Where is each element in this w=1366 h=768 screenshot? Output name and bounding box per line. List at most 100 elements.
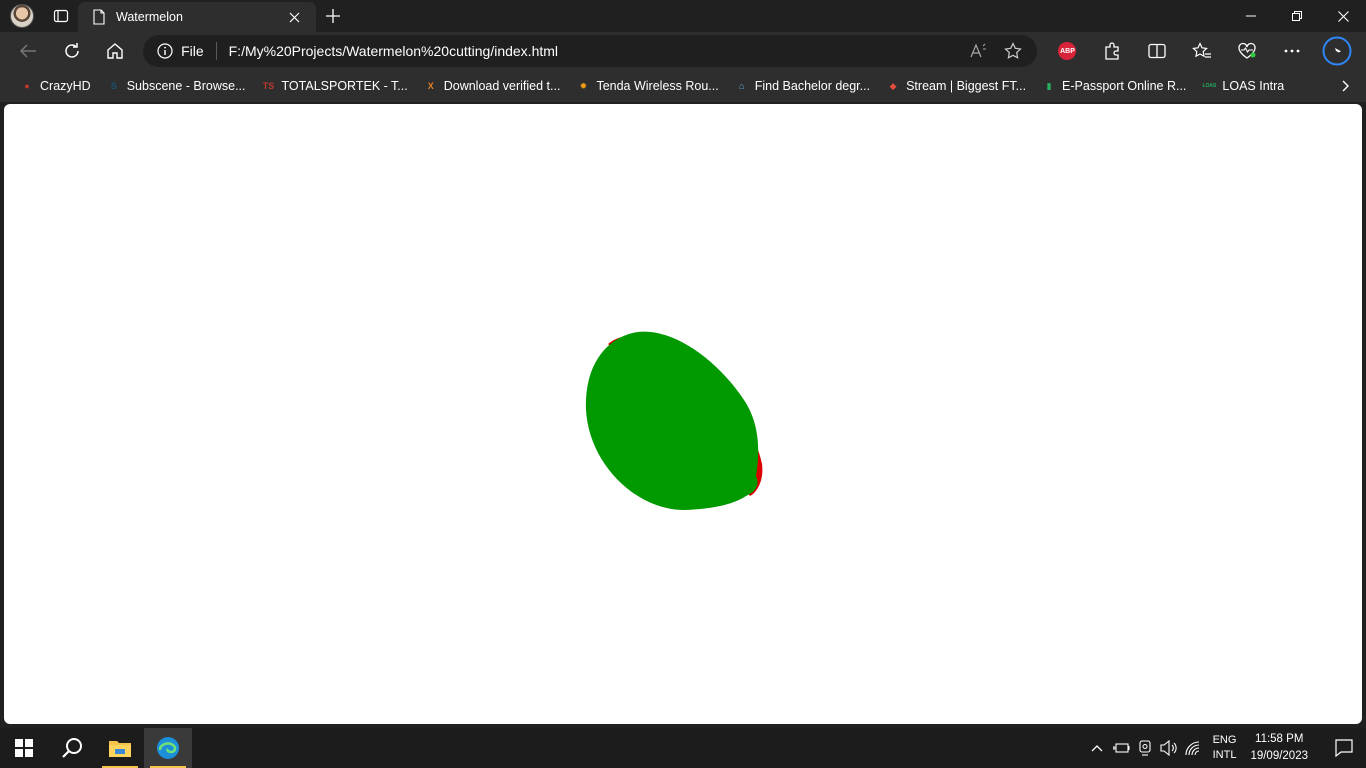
watermelon-canvas[interactable] xyxy=(4,104,1362,724)
totalsportek-icon: TS xyxy=(262,81,275,91)
adblock-plus-button[interactable]: ABP xyxy=(1045,33,1090,69)
title-bar: Watermelon xyxy=(0,0,1366,32)
more-dots-icon xyxy=(1285,49,1300,53)
volume-button[interactable] xyxy=(1157,740,1181,756)
meet-now-button[interactable] xyxy=(1133,740,1157,756)
restore-icon xyxy=(1292,11,1302,21)
favorite-item[interactable]: ◆ Stream | Biggest FT... xyxy=(878,72,1034,100)
home-icon xyxy=(107,43,123,59)
read-aloud-icon xyxy=(970,43,986,58)
edge-taskbar-button[interactable] xyxy=(144,728,192,768)
notifications-button[interactable] xyxy=(1322,739,1366,757)
favorite-label: Subscene - Browse... xyxy=(126,79,246,93)
refresh-button[interactable] xyxy=(50,33,94,69)
tenda-icon: ✹ xyxy=(579,80,588,91)
start-button[interactable] xyxy=(0,728,48,768)
favorite-label: E-Passport Online R... xyxy=(1062,79,1187,93)
minimize-icon xyxy=(1246,15,1256,17)
folder-icon xyxy=(109,741,131,757)
clock-date: 19/09/2023 xyxy=(1250,750,1308,762)
close-icon xyxy=(1337,10,1349,22)
scheme-label: File xyxy=(181,43,204,59)
edge-icon xyxy=(157,737,179,759)
favorite-label: CrazyHD xyxy=(40,79,91,93)
split-screen-icon xyxy=(1148,43,1167,59)
crazyhd-icon: ● xyxy=(24,81,30,91)
search-button[interactable] xyxy=(48,728,96,768)
close-icon xyxy=(289,12,299,22)
avatar xyxy=(10,4,34,28)
bing-icon xyxy=(1322,36,1352,66)
chevron-right-icon xyxy=(1342,80,1349,92)
watermelon-rind[interactable] xyxy=(585,331,759,510)
home-button[interactable] xyxy=(93,33,137,69)
back-button[interactable] xyxy=(6,33,50,69)
browser-essentials-button[interactable] xyxy=(1225,33,1270,69)
adblock-plus-icon: ABP xyxy=(1058,42,1077,60)
download-x-icon: X xyxy=(427,81,434,91)
favorite-item[interactable]: S Subscene - Browse... xyxy=(99,72,254,100)
tab-actions-icon xyxy=(53,9,69,23)
favorite-item[interactable]: ▮ E-Passport Online R... xyxy=(1034,72,1194,100)
wifi-icon xyxy=(1185,741,1199,756)
page-content xyxy=(4,104,1362,724)
tab-actions-button[interactable] xyxy=(44,0,78,32)
favorite-label: Tenda Wireless Rou... xyxy=(596,79,719,93)
info-icon xyxy=(157,43,173,59)
taskbar: ENG INTL 11:58 PM 19/09/2023 xyxy=(0,728,1366,768)
favorite-item[interactable]: TS TOTALSPORTEK - T... xyxy=(254,72,416,100)
favorite-item[interactable]: X Download verified t... xyxy=(416,72,569,100)
chevron-up-icon xyxy=(1091,745,1103,752)
network-button[interactable] xyxy=(1181,740,1205,756)
split-screen-button[interactable] xyxy=(1135,33,1180,69)
plus-icon xyxy=(326,9,340,23)
settings-more-button[interactable] xyxy=(1270,33,1315,69)
page-icon xyxy=(93,9,105,25)
url-text[interactable]: F:/My%20Projects/Watermelon%20cutting/in… xyxy=(229,43,957,59)
favorites-overflow-button[interactable] xyxy=(1326,80,1366,92)
favorites-icon xyxy=(1192,42,1212,58)
new-tab-button[interactable] xyxy=(316,0,350,32)
device-icon xyxy=(1139,740,1151,756)
favorite-item[interactable]: LOAS LOAS Intra xyxy=(1194,72,1292,100)
address-bar[interactable]: File F:/My%20Projects/Watermelon%20cutti… xyxy=(143,35,1037,67)
favorites-bar: ● CrazyHD S Subscene - Browse... TS TOTALSPOR… xyxy=(0,70,1366,102)
back-arrow-icon xyxy=(19,44,36,58)
puzzle-icon xyxy=(1105,42,1120,60)
language-code: ENG xyxy=(1212,734,1237,746)
favorite-label: Find Bachelor degr... xyxy=(754,79,871,93)
favorite-label: LOAS Intra xyxy=(1222,79,1285,93)
search-icon xyxy=(62,738,82,758)
profile-button[interactable] xyxy=(0,0,44,32)
favorite-label: Download verified t... xyxy=(443,79,561,93)
battery-button[interactable] xyxy=(1109,741,1133,755)
read-aloud-button[interactable] xyxy=(965,37,993,65)
favorite-item[interactable]: ✹ Tenda Wireless Rou... xyxy=(568,72,726,100)
clock-button[interactable]: 11:58 PM 19/09/2023 xyxy=(1250,731,1308,765)
show-hidden-icons-button[interactable] xyxy=(1085,744,1109,752)
battery-plug-icon xyxy=(1112,743,1130,753)
favorite-item[interactable]: ● CrazyHD xyxy=(12,72,99,100)
close-tab-button[interactable] xyxy=(280,3,308,31)
favorite-label: TOTALSPORTEK - T... xyxy=(281,79,408,93)
restore-button[interactable] xyxy=(1274,0,1320,32)
system-tray: ENG INTL 11:58 PM 19/09/2023 xyxy=(1085,728,1366,768)
refresh-icon xyxy=(64,43,79,58)
tab-watermelon[interactable]: Watermelon xyxy=(78,2,316,32)
site-info-button[interactable]: File xyxy=(157,43,204,59)
favorite-star-button[interactable] xyxy=(999,37,1027,65)
minimize-button[interactable] xyxy=(1228,0,1274,32)
favorite-item[interactable]: ⌂ Find Bachelor degr... xyxy=(727,72,878,100)
browser-toolbar: File F:/My%20Projects/Watermelon%20cutti… xyxy=(0,32,1366,70)
stream-icon: ◆ xyxy=(889,80,897,91)
file-explorer-button[interactable] xyxy=(96,728,144,768)
favorites-button[interactable] xyxy=(1180,33,1225,69)
bing-copilot-button[interactable] xyxy=(1315,33,1360,69)
extensions-button[interactable] xyxy=(1090,33,1135,69)
input-language-button[interactable]: ENG INTL xyxy=(1213,733,1237,763)
close-window-button[interactable] xyxy=(1320,0,1366,32)
epassport-icon: ▮ xyxy=(1046,80,1052,91)
university-icon: ⌂ xyxy=(739,81,745,91)
speaker-icon xyxy=(1160,740,1177,756)
keyboard-layout: INTL xyxy=(1212,749,1237,761)
